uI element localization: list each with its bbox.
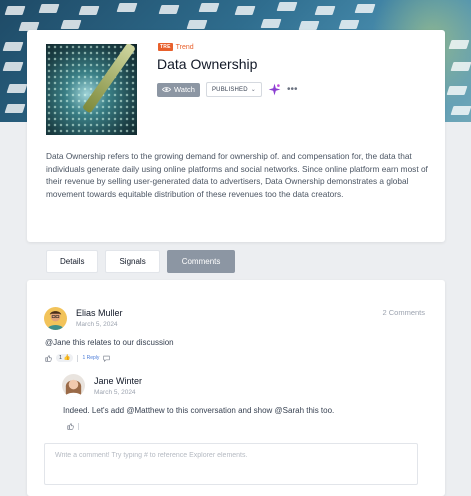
hero-key: [6, 84, 28, 93]
comment-reactions: 1 👍 1 Reply: [45, 354, 110, 362]
entity-description: Data Ownership refers to the growing dem…: [46, 151, 428, 199]
avatar: [62, 374, 85, 397]
hero-key: [4, 104, 26, 113]
watch-button[interactable]: Watch: [157, 82, 200, 97]
hero-key: [158, 5, 180, 14]
status-dropdown[interactable]: PUBLISHED ⌄: [205, 82, 263, 97]
reply-date: March 5, 2024: [94, 389, 136, 396]
hero-key: [354, 4, 376, 13]
avatar: [44, 307, 67, 330]
status-label: PUBLISHED: [211, 86, 248, 93]
entity-card: TRE Trend Data Ownership Watch PUBLISHED…: [27, 30, 445, 242]
type-badge: TRE: [158, 43, 173, 51]
tab-details[interactable]: Details: [46, 250, 99, 273]
divider: [78, 423, 79, 430]
sparkle-icon[interactable]: [268, 83, 281, 96]
hero-key: [260, 19, 282, 28]
hero-key: [450, 106, 471, 115]
hero-key: [116, 3, 138, 12]
watch-label: Watch: [174, 85, 195, 94]
comment-input-box[interactable]: [44, 443, 418, 485]
reply-text: Indeed. Let's add @Matthew to this conve…: [63, 406, 335, 415]
reply-reactions: [67, 423, 79, 430]
comment-count: 2 Comments: [382, 308, 425, 317]
entity-thumbnail: [46, 44, 137, 135]
entity-type: TRE Trend: [158, 43, 194, 51]
hero-key: [78, 6, 100, 15]
comment-author[interactable]: Elias Muller: [76, 308, 123, 318]
tab-comments[interactable]: Comments: [166, 250, 236, 273]
tab-bar: Details Signals Comments: [46, 250, 236, 273]
avatar-jane: [62, 374, 85, 397]
page-title: Data Ownership: [157, 56, 258, 72]
avatar-elias: [44, 307, 67, 330]
tab-signals[interactable]: Signals: [105, 250, 160, 273]
hero-key: [446, 86, 468, 95]
chevron-down-icon: ⌄: [250, 87, 257, 93]
hero-key: [234, 6, 256, 15]
hero-key: [2, 42, 24, 51]
hero-key: [2, 62, 24, 71]
hero-key: [338, 20, 360, 29]
thumbs-up-icon[interactable]: [45, 354, 52, 362]
hero-key: [186, 20, 208, 29]
eye-icon: [162, 87, 171, 92]
hero-key: [198, 3, 220, 12]
comment-date: March 5, 2024: [76, 321, 118, 328]
reply-link[interactable]: 1 Reply: [82, 355, 99, 361]
thumbs-up-icon[interactable]: [67, 423, 74, 430]
type-label: Trend: [175, 43, 194, 51]
hero-key: [450, 62, 471, 71]
hero-key: [38, 4, 60, 13]
entity-actions: Watch PUBLISHED ⌄ •••: [157, 82, 298, 97]
more-options-icon[interactable]: •••: [287, 84, 298, 94]
comment-text: @Jane this relates to our discussion: [45, 338, 174, 347]
like-count-pill[interactable]: 1 👍: [56, 354, 74, 362]
hero-key: [4, 6, 26, 15]
hero-key: [448, 40, 470, 49]
reply-icon[interactable]: [103, 355, 110, 362]
hero-key: [60, 20, 82, 29]
hero-key: [276, 2, 298, 11]
divider: [77, 354, 79, 362]
comments-panel: 2 Comments Elias Muller March 5, 2024 @J…: [27, 280, 445, 496]
hero-key: [298, 21, 320, 30]
comment-input[interactable]: [53, 451, 417, 460]
hero-key: [314, 6, 336, 15]
reply-author[interactable]: Jane Winter: [94, 376, 142, 386]
